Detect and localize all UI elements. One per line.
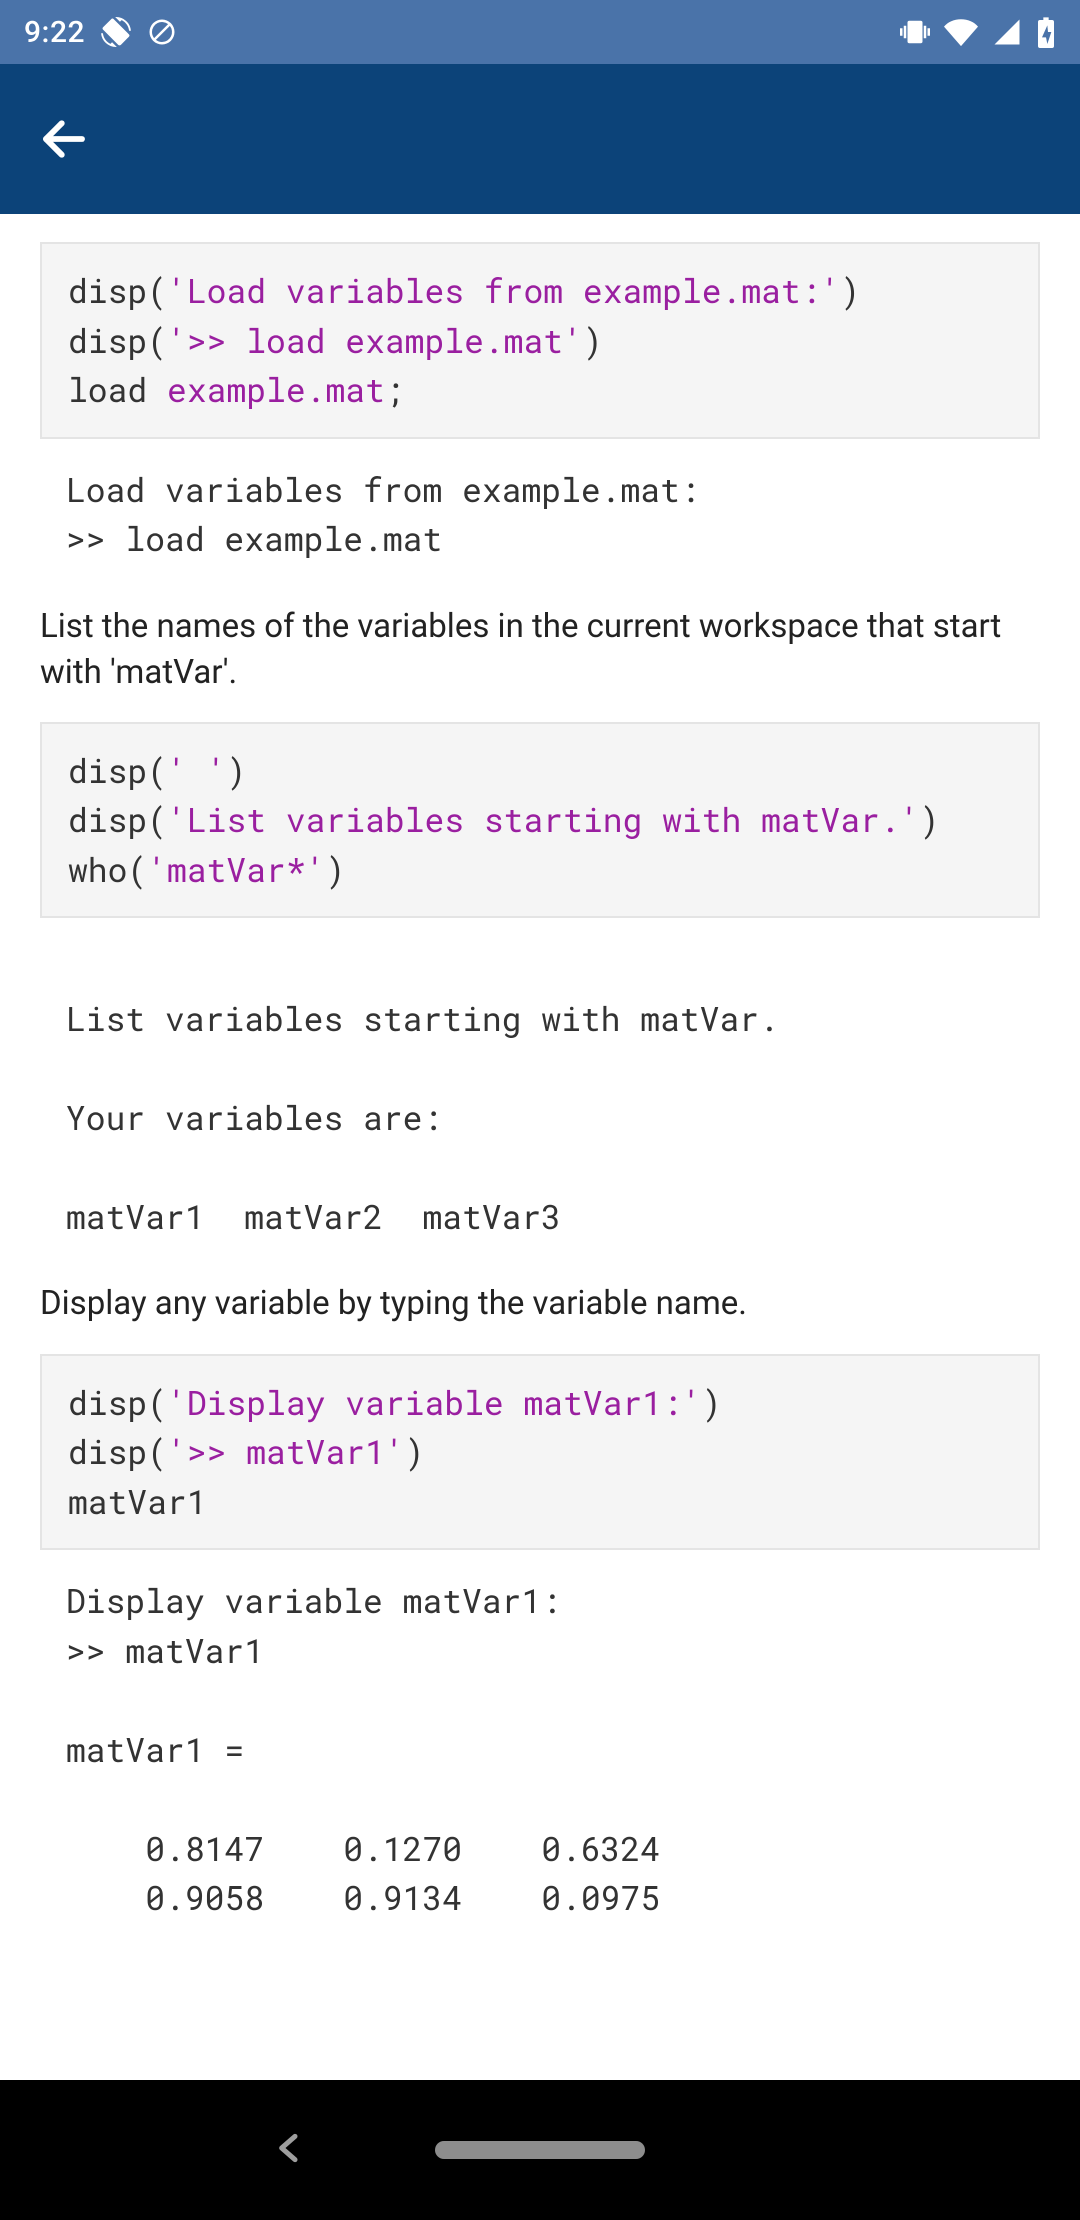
- system-nav-bar: [0, 2080, 1080, 2220]
- nav-home-pill[interactable]: [435, 2141, 645, 2159]
- back-button[interactable]: [28, 103, 100, 175]
- signal-icon: [992, 17, 1022, 47]
- prose-text: Display any variable by typing the varia…: [40, 1281, 1040, 1353]
- app-bar: [0, 64, 1080, 214]
- prose-text: List the names of the variables in the c…: [40, 604, 1040, 722]
- nav-back-button[interactable]: [270, 2128, 310, 2172]
- wifi-icon: [944, 15, 978, 49]
- output-block: Display variable matVar1: >> matVar1 mat…: [40, 1570, 1040, 1941]
- code-block: disp('Load variables from example.mat:')…: [40, 242, 1040, 439]
- status-time: 9:22: [24, 15, 85, 50]
- battery-charging-icon: [1036, 16, 1056, 48]
- vibrate-icon: [900, 17, 930, 47]
- code-block: disp(' ')disp('List variables starting w…: [40, 722, 1040, 919]
- do-not-disturb-icon: [147, 17, 177, 47]
- autorotate-icon: [101, 17, 131, 47]
- status-bar: 9:22: [0, 0, 1080, 64]
- output-block: Load variables from example.mat: >> load…: [40, 459, 1040, 582]
- output-block: List variables starting with matVar. You…: [40, 938, 1040, 1259]
- code-block: disp('Display variable matVar1:')disp('>…: [40, 1354, 1040, 1551]
- content-area[interactable]: disp('Load variables from example.mat:')…: [0, 214, 1080, 2080]
